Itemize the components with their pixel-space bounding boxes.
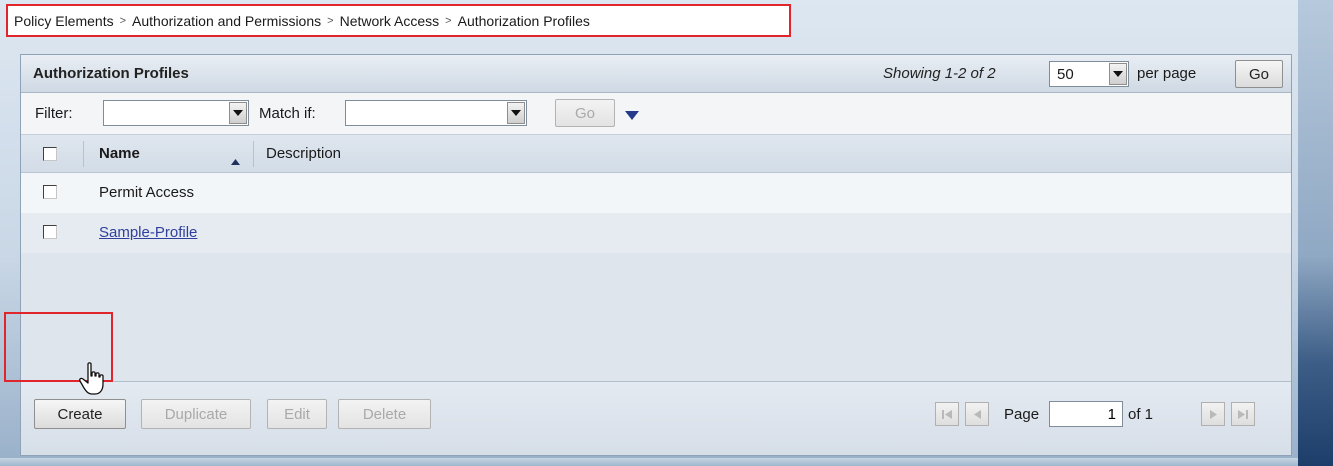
filter-label: Filter: xyxy=(35,105,73,122)
chevron-down-icon[interactable] xyxy=(507,102,525,124)
delete-button[interactable]: Delete xyxy=(338,399,431,429)
table-row: Permit Access xyxy=(21,173,1291,213)
table-empty-area xyxy=(21,253,1291,381)
action-footer: Create Duplicate Edit Delete Page of 1 xyxy=(21,381,1291,455)
breadcrumb-separator: > xyxy=(327,14,334,27)
chevron-down-icon[interactable] xyxy=(229,102,247,124)
panel-header: Authorization Profiles Showing 1-2 of 2 … xyxy=(21,55,1291,93)
window-bottom-strip xyxy=(0,458,1298,466)
breadcrumb-item-policy-elements[interactable]: Policy Elements xyxy=(14,13,114,29)
match-if-label: Match if: xyxy=(259,105,316,122)
filter-go-button[interactable]: Go xyxy=(555,99,615,127)
match-if-select[interactable] xyxy=(345,100,527,126)
breadcrumb-item-authorization-permissions[interactable]: Authorization and Permissions xyxy=(132,13,321,29)
per-page-value: 50 xyxy=(1057,66,1074,83)
edit-button[interactable]: Edit xyxy=(267,399,327,429)
page-label: Page xyxy=(1004,406,1040,423)
breadcrumb-separator: > xyxy=(119,14,127,27)
page-number-input[interactable] xyxy=(1049,401,1123,427)
breadcrumb-item-network-access[interactable]: Network Access xyxy=(340,13,440,29)
row-checkbox[interactable] xyxy=(43,185,57,199)
page-total-label: of 1 xyxy=(1128,406,1154,423)
per-page-go-button[interactable]: Go xyxy=(1235,60,1283,88)
sort-ascending-icon[interactable] xyxy=(231,152,240,169)
per-page-label: per page xyxy=(1137,65,1197,82)
breadcrumb: Policy Elements > Authorization and Perm… xyxy=(6,4,791,37)
duplicate-button[interactable]: Duplicate xyxy=(141,399,251,429)
showing-count: Showing 1-2 of 2 xyxy=(883,65,996,82)
window-background-decor xyxy=(1298,0,1333,466)
next-page-icon[interactable] xyxy=(1201,402,1225,426)
filter-bar: Filter: Match if: Go xyxy=(21,93,1291,135)
profile-name-link[interactable]: Sample-Profile xyxy=(99,224,197,241)
table-header: Name Description xyxy=(21,135,1291,173)
filter-select[interactable] xyxy=(103,100,249,126)
authorization-profiles-panel: Authorization Profiles Showing 1-2 of 2 … xyxy=(20,54,1292,456)
per-page-select[interactable]: 50 xyxy=(1049,61,1129,87)
breadcrumb-separator: > xyxy=(445,14,452,27)
create-button[interactable]: Create xyxy=(34,399,126,429)
column-header-name[interactable]: Name xyxy=(99,145,140,162)
column-divider xyxy=(83,141,84,167)
column-divider xyxy=(253,141,254,167)
column-header-description[interactable]: Description xyxy=(266,145,341,162)
panel-title: Authorization Profiles xyxy=(33,65,189,82)
previous-page-icon[interactable] xyxy=(965,402,989,426)
table-row: Sample-Profile xyxy=(21,213,1291,253)
chevron-down-icon[interactable] xyxy=(1109,63,1127,85)
advanced-filter-toggle-icon[interactable] xyxy=(625,107,639,124)
first-page-icon[interactable] xyxy=(935,402,959,426)
hand-pointer-cursor-icon xyxy=(79,362,109,400)
breadcrumb-item-authorization-profiles: Authorization Profiles xyxy=(457,12,590,29)
last-page-icon[interactable] xyxy=(1231,402,1255,426)
profile-name: Permit Access xyxy=(99,184,195,201)
row-checkbox[interactable] xyxy=(43,225,57,239)
select-all-checkbox[interactable] xyxy=(43,147,57,161)
